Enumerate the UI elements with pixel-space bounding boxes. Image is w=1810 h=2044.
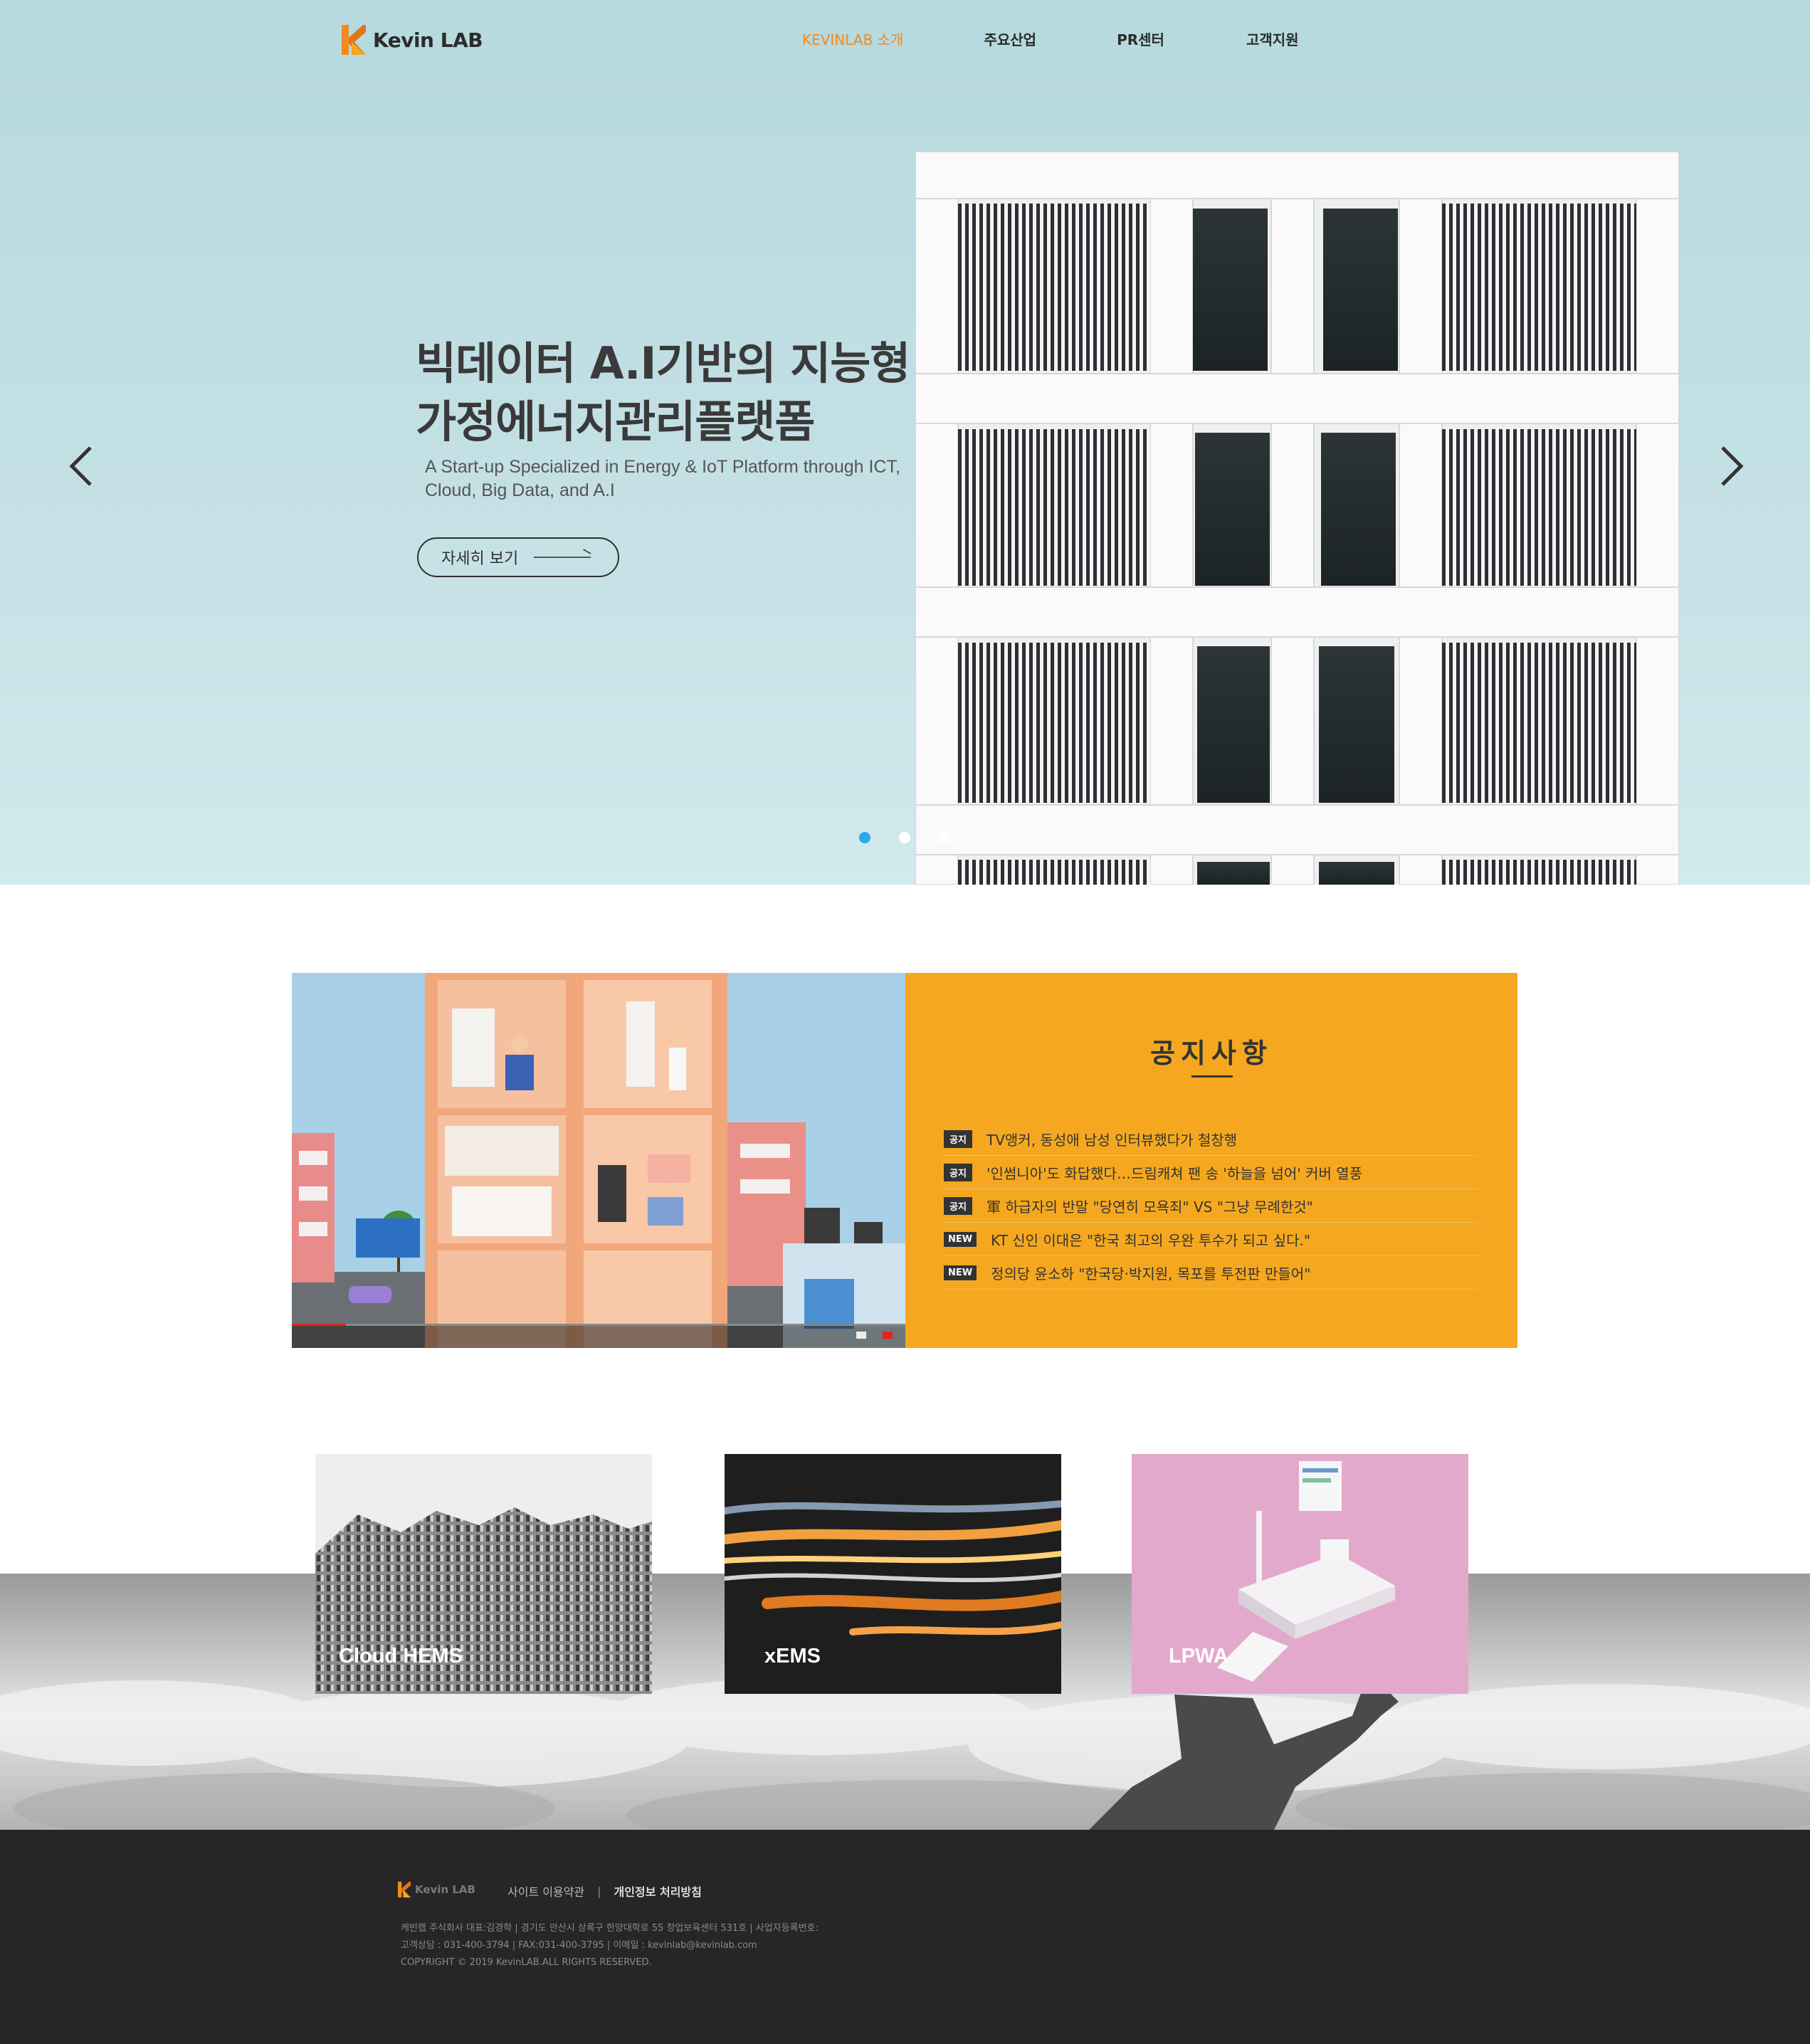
- building-image: [915, 152, 1679, 885]
- notice-badge: 공지: [944, 1163, 972, 1181]
- notice-badge: NEW: [944, 1265, 977, 1280]
- notice-item[interactable]: NEW 정의당 윤소하 "한국당·박지원, 목포를 투전판 만들어": [944, 1256, 1478, 1290]
- slider-prev-button[interactable]: [68, 445, 96, 488]
- notice-badge: 공지: [944, 1196, 972, 1215]
- notice-item-title: 軍 하급자의 반말 "당연히 모욕죄" VS "그냥 무례한것": [986, 1198, 1313, 1216]
- notice-section: 공지사항 공지 TV앵커, 동성애 남성 인터뷰했다가 철창행 공지 '인썸니아…: [292, 973, 1517, 1348]
- learn-more-label: 자세히 보기: [441, 550, 519, 568]
- terms-link[interactable]: 사이트 이용약관: [507, 1882, 584, 1900]
- hero-title: 빅데이터 A.I기반의 지능형 가정에너지관리플랫폼: [416, 334, 910, 451]
- footer-company-info: 케빈랩 주식회사 대표:김경학 | 경기도 안산시 상록구 한양대학로 55 창…: [401, 1920, 819, 1971]
- main-nav: KEVINLAB 소개 주요산업 PR센터 고객지원: [802, 28, 1299, 49]
- nav-item-industries[interactable]: 주요산업: [984, 28, 1036, 49]
- notice-title: 공지사항: [1150, 1038, 1273, 1069]
- notice-item[interactable]: 공지 '인썸니아'도 화답했다…드림캐쳐 팬 송 '하늘을 넘어' 커버 열풍: [944, 1156, 1478, 1189]
- hero-subtitle-line2: Cloud, Big Data, and A.I: [425, 480, 615, 500]
- chevron-right-icon: [1721, 446, 1744, 486]
- notice-item-title: TV앵커, 동성애 남성 인터뷰했다가 철창행: [986, 1131, 1238, 1149]
- service-card-label: xEMS: [764, 1645, 821, 1668]
- nav-item-kevinlab[interactable]: KEVINLAB 소개: [802, 28, 903, 49]
- service-card-label: Cloud HEMS: [339, 1645, 463, 1668]
- notice-item[interactable]: NEW KT 신인 이대은 "한국 최고의 우완 투수가 되고 싶다.": [944, 1223, 1478, 1256]
- site-logo[interactable]: Kevin LAB: [342, 25, 483, 55]
- notice-title-underline: [1191, 1075, 1233, 1078]
- hero-title-line1: 빅데이터 A.I기반의 지능형: [416, 337, 910, 389]
- slider-dot-1[interactable]: [859, 832, 870, 843]
- logo-mark-icon: [398, 1881, 411, 1898]
- learn-more-button[interactable]: 자세히 보기: [417, 537, 619, 577]
- arrow-right-icon: [534, 557, 591, 558]
- slider-next-button[interactable]: [1717, 445, 1745, 488]
- logo-mark-icon: [342, 25, 366, 55]
- footer-copyright: COPYRIGHT © 2019 KevinLAB.ALL RIGHTS RES…: [401, 1957, 652, 1968]
- nav-item-support[interactable]: 고객지원: [1246, 28, 1299, 49]
- video-thumbnail: [292, 973, 905, 1348]
- service-card-lpwa[interactable]: LPWA: [1132, 1454, 1468, 1694]
- hero-section: Kevin LAB KEVINLAB 소개 주요산업 PR센터 고객지원 빅데이…: [0, 0, 1810, 885]
- chevron-left-icon: [69, 446, 92, 486]
- logo-text: Kevin LAB: [373, 28, 483, 52]
- footer-info-line1: 케빈랩 주식회사 대표:김경학 | 경기도 안산시 상록구 한양대학로 55 창…: [401, 1923, 819, 1934]
- nav-item-pr-center[interactable]: PR센터: [1117, 28, 1164, 49]
- notice-list: 공지 TV앵커, 동성애 남성 인터뷰했다가 철창행 공지 '인썸니아'도 화답…: [944, 1122, 1478, 1290]
- notice-item[interactable]: 공지 TV앵커, 동성애 남성 인터뷰했다가 철창행: [944, 1122, 1478, 1156]
- footer-info-line2: 고객상담 : 031-400-3794 | FAX:031-400-3795 |…: [401, 1940, 757, 1951]
- promo-video[interactable]: [292, 973, 905, 1348]
- slider-pagination: [859, 832, 979, 843]
- service-card-label: LPWA: [1169, 1645, 1228, 1668]
- footer-links: 사이트 이용약관 | 개인정보 처리방침: [507, 1882, 702, 1900]
- notice-panel: 공지사항 공지 TV앵커, 동성애 남성 인터뷰했다가 철창행 공지 '인썸니아…: [905, 973, 1517, 1348]
- footer-logo-text: Kevin LAB: [415, 1883, 475, 1896]
- service-card-cloud-hems[interactable]: Cloud HEMS: [315, 1454, 652, 1694]
- notice-item-title: KT 신인 이대은 "한국 최고의 우완 투수가 되고 싶다.": [991, 1231, 1311, 1249]
- notice-item-title: '인썸니아'도 화답했다…드림캐쳐 팬 송 '하늘을 넘어' 커버 열풍: [986, 1164, 1363, 1182]
- service-card-xems[interactable]: xEMS: [725, 1454, 1061, 1694]
- notice-badge: NEW: [944, 1231, 977, 1247]
- hero-subtitle: A Start-up Specialized in Energy & IoT P…: [425, 455, 952, 502]
- notice-item[interactable]: 공지 軍 하급자의 반말 "당연히 모욕죄" VS "그냥 무례한것": [944, 1189, 1478, 1223]
- site-footer: Kevin LAB 사이트 이용약관 | 개인정보 처리방침 케빈랩 주식회사 …: [0, 1830, 1810, 2044]
- hero-title-line2: 가정에너지관리플랫폼: [416, 396, 815, 448]
- hero-subtitle-line1: A Start-up Specialized in Energy & IoT P…: [425, 457, 900, 477]
- slider-dot-2[interactable]: [899, 832, 910, 843]
- slider-dot-3[interactable]: [939, 832, 950, 843]
- privacy-policy-link[interactable]: 개인정보 처리방침: [614, 1882, 702, 1900]
- footer-logo[interactable]: Kevin LAB: [398, 1881, 475, 1898]
- notice-item-title: 정의당 윤소하 "한국당·박지원, 목포를 투전판 만들어": [991, 1265, 1311, 1282]
- footer-separator: |: [597, 1884, 601, 1898]
- notice-badge: 공지: [944, 1129, 972, 1148]
